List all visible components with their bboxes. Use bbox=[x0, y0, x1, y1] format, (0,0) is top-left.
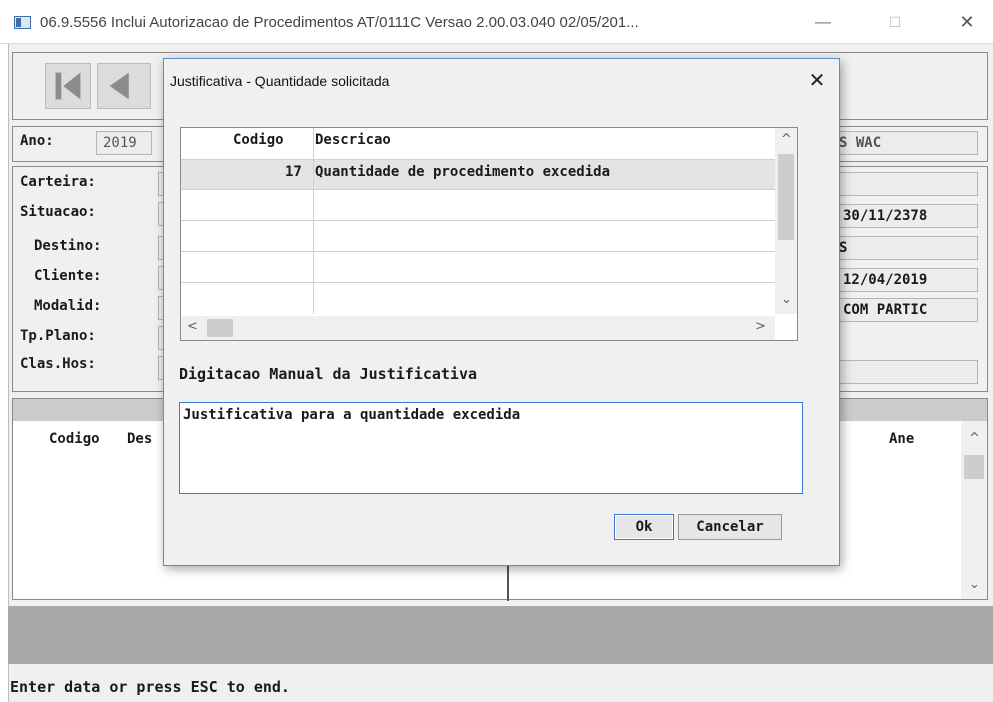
justification-grid[interactable]: Codigo Descricao 17 Quantidade de proced… bbox=[180, 127, 798, 341]
right-field-5[interactable]: 12/04/2019 bbox=[836, 268, 978, 292]
col-header-descricao[interactable]: Descricao bbox=[315, 132, 391, 148]
ano-field[interactable]: 2019 bbox=[96, 131, 152, 155]
right-field-7[interactable] bbox=[836, 360, 978, 384]
first-record-button[interactable] bbox=[45, 63, 91, 109]
table-row[interactable] bbox=[181, 221, 775, 252]
scroll-down-icon[interactable]: ⌄ bbox=[969, 577, 980, 592]
maximize-button[interactable]: ☐ bbox=[872, 8, 918, 38]
table-row[interactable] bbox=[181, 252, 775, 283]
right-field-2[interactable] bbox=[836, 172, 978, 196]
tpplano-label: Tp.Plano: bbox=[20, 328, 96, 344]
previous-record-button[interactable] bbox=[97, 63, 151, 109]
carteira-label: Carteira: bbox=[20, 174, 96, 190]
grid-vscrollbar[interactable]: ^ ⌄ bbox=[961, 421, 987, 599]
col-header-codigo[interactable]: Codigo bbox=[233, 132, 284, 148]
scroll-down-icon[interactable]: ⌄ bbox=[781, 292, 792, 307]
claship-label: Clas.Hos: bbox=[20, 356, 96, 372]
modalid-label: Modalid: bbox=[34, 298, 102, 314]
hscroll-thumb[interactable] bbox=[207, 319, 233, 337]
dialog-close-button[interactable]: ✕ bbox=[800, 65, 834, 95]
app-window-icon bbox=[14, 16, 31, 29]
grid-divider bbox=[507, 565, 509, 601]
window-title: 06.9.5556 Inclui Autorizacao de Procedim… bbox=[40, 14, 639, 31]
justificativa-dialog: Justificativa - Quantidade solicitada ✕ … bbox=[163, 58, 840, 566]
situacao-label: Situacao: bbox=[20, 204, 96, 220]
destino-label: Destino: bbox=[34, 238, 102, 254]
scroll-left-icon[interactable]: < bbox=[187, 319, 198, 334]
cliente-label: Cliente: bbox=[34, 268, 102, 284]
first-record-icon bbox=[55, 72, 81, 100]
manual-justification-label: Digitacao Manual da Justificativa bbox=[179, 365, 478, 383]
status-line: Enter data or press ESC to end. bbox=[10, 678, 290, 696]
close-button[interactable]: ✕ bbox=[944, 8, 990, 38]
gray-band bbox=[8, 606, 993, 664]
dialog-hscrollbar[interactable]: < > bbox=[181, 316, 775, 340]
manual-justification-input[interactable]: Justificativa para a quantidade excedida bbox=[179, 402, 803, 494]
scroll-up-icon[interactable]: ^ bbox=[969, 431, 980, 446]
right-field-1[interactable]: S WAC bbox=[832, 131, 978, 155]
grid-col-ane: Ane bbox=[889, 431, 915, 447]
ano-label: Ano: bbox=[20, 133, 54, 149]
scroll-up-icon[interactable]: ^ bbox=[781, 132, 792, 147]
scroll-right-icon[interactable]: > bbox=[755, 319, 766, 334]
right-field-4[interactable]: S bbox=[832, 236, 978, 260]
cancel-button[interactable]: Cancelar bbox=[678, 514, 782, 540]
table-row[interactable] bbox=[181, 190, 775, 221]
row-codigo: 17 bbox=[285, 164, 302, 180]
column-separator bbox=[313, 128, 314, 314]
right-field-3[interactable]: 30/11/2378 bbox=[836, 204, 978, 228]
dialog-vscrollbar[interactable]: ^ ⌄ bbox=[775, 128, 797, 314]
grid-col-codigo: Codigo bbox=[49, 431, 100, 447]
minimize-button[interactable]: — bbox=[800, 8, 846, 38]
vscroll-thumb[interactable] bbox=[778, 154, 794, 240]
right-field-6[interactable]: COM PARTIC bbox=[836, 298, 978, 322]
row-descricao: Quantidade de procedimento excedida bbox=[315, 164, 611, 180]
table-row[interactable] bbox=[181, 283, 775, 314]
ok-button[interactable]: Ok bbox=[614, 514, 674, 540]
grid-scroll-thumb[interactable] bbox=[964, 455, 984, 479]
table-row-selected[interactable]: 17 Quantidade de procedimento excedida bbox=[181, 159, 775, 190]
title-bar: 06.9.5556 Inclui Autorizacao de Procedim… bbox=[0, 0, 993, 44]
dialog-title: Justificativa - Quantidade solicitada bbox=[170, 73, 390, 89]
previous-record-icon bbox=[109, 72, 129, 100]
grid-col-descricao: Des bbox=[127, 431, 153, 447]
